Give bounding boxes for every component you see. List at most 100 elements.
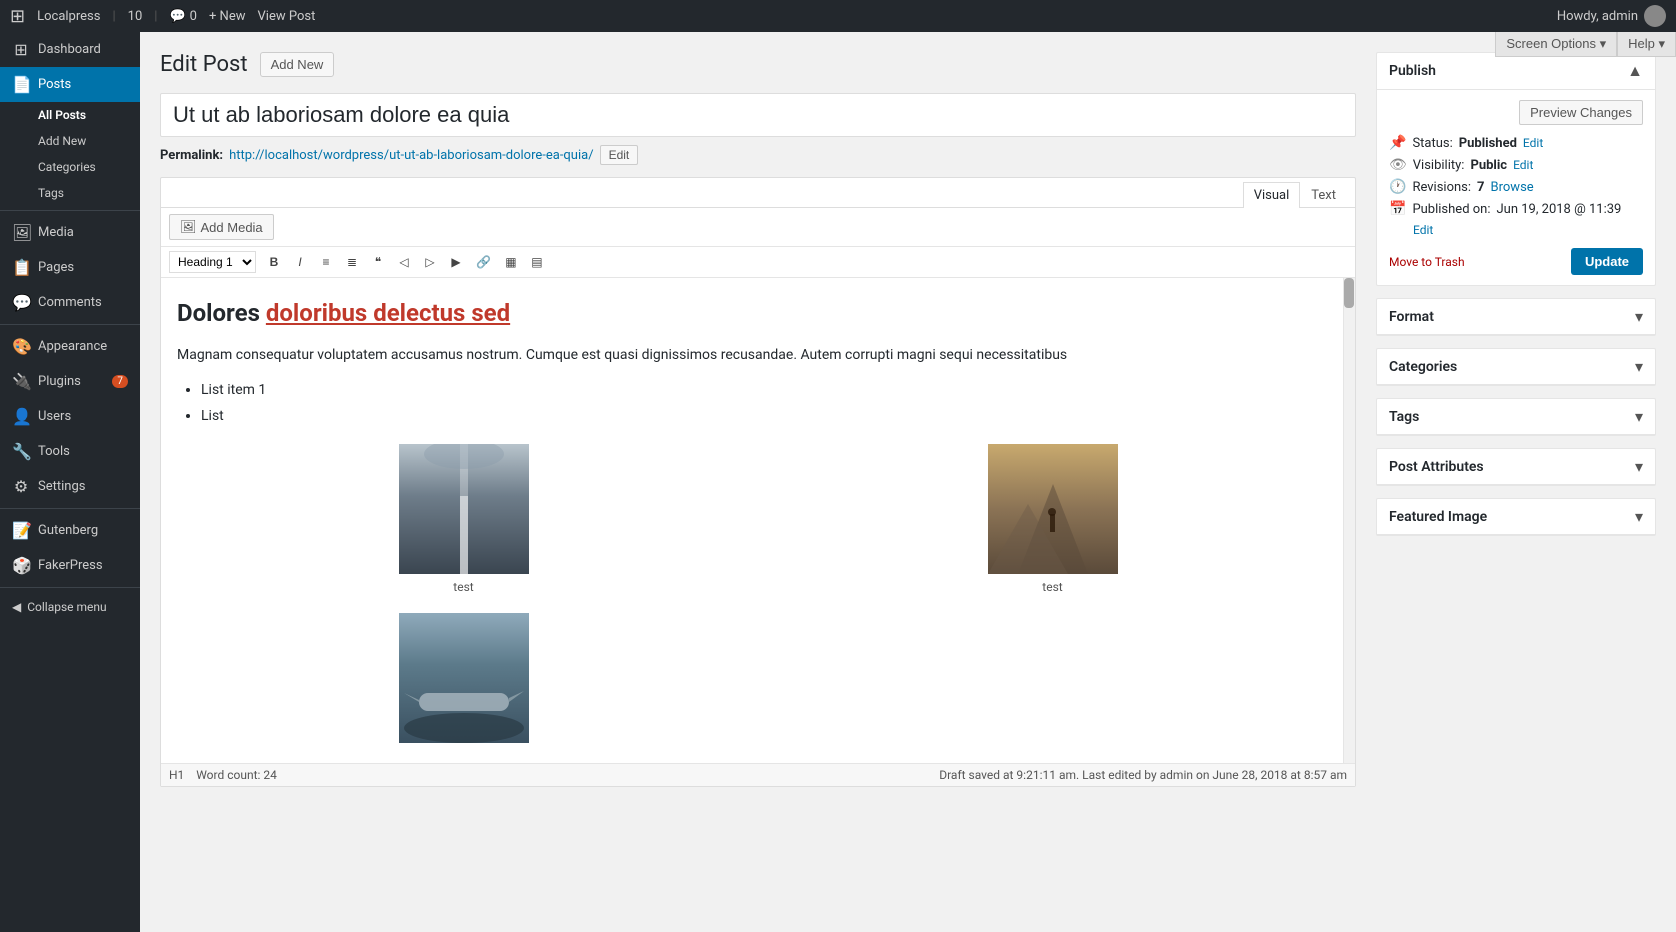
submenu-add-new[interactable]: Add New xyxy=(0,128,140,154)
format-metabox: Format ▾ xyxy=(1376,298,1656,336)
permalink-row: Permalink: http://localhost/wordpress/ut… xyxy=(160,145,1356,165)
insert-table-button[interactable]: ▦ xyxy=(499,251,523,273)
sidebar-item-users[interactable]: 👤 Users xyxy=(0,399,140,434)
help-button[interactable]: Help ▾ xyxy=(1617,32,1676,57)
visibility-icon: 👁 xyxy=(1389,157,1407,173)
ordered-list-button[interactable]: ≣ xyxy=(340,251,364,273)
menu-separator-2 xyxy=(0,324,140,325)
status-icon: 📌 xyxy=(1389,135,1406,151)
view-post-link[interactable]: View Post xyxy=(258,9,316,24)
heading-select[interactable]: Heading 1 Heading 2 Paragraph xyxy=(169,251,256,273)
publish-actions: Move to Trash Update xyxy=(1389,248,1643,275)
align-right-button[interactable]: ▶ xyxy=(444,251,468,273)
preview-changes-button[interactable]: Preview Changes xyxy=(1519,100,1643,125)
italic-button[interactable]: I xyxy=(288,251,312,273)
revisions-icon: 🕐 xyxy=(1389,179,1406,195)
scrollbar-thumb[interactable] xyxy=(1344,278,1354,308)
comments-link[interactable]: 💬 0 xyxy=(169,9,197,24)
sidebar-item-dashboard[interactable]: ⊞ Dashboard xyxy=(0,32,140,67)
format-toggle-icon: ▾ xyxy=(1635,307,1643,326)
avatar xyxy=(1644,5,1666,27)
featured-image-toggle-icon: ▾ xyxy=(1635,507,1643,526)
submenu-tags[interactable]: Tags xyxy=(0,180,140,206)
add-new-button[interactable]: Add New xyxy=(260,52,335,77)
posts-icon: 📄 xyxy=(12,75,30,94)
gallery-caption-2: test xyxy=(766,578,1339,597)
unordered-list-button[interactable]: ≡ xyxy=(314,251,338,273)
sidebar-item-appearance[interactable]: 🎨 Appearance xyxy=(0,329,140,364)
categories-toggle-icon: ▾ xyxy=(1635,357,1643,376)
permalink-link[interactable]: http://localhost/wordpress/ut-ut-ab-labo… xyxy=(229,148,593,163)
post-attributes-title: Post Attributes xyxy=(1389,459,1484,475)
gallery-item-3 xyxy=(177,613,750,747)
align-center-button[interactable]: ▷ xyxy=(418,251,442,273)
gallery-caption-1: test xyxy=(177,578,750,597)
content-h1-link[interactable]: doloribus delectus sed xyxy=(266,299,510,327)
categories-title: Categories xyxy=(1389,359,1457,375)
blockquote-button[interactable]: ❝ xyxy=(366,251,390,273)
sidebar-item-settings[interactable]: ⚙ Settings xyxy=(0,469,140,504)
settings-icon: ⚙ xyxy=(12,477,30,496)
published-value: Jun 19, 2018 @ 11:39 xyxy=(1497,202,1622,217)
statusbar-info: Draft saved at 9:21:11 am. Last edited b… xyxy=(939,768,1347,782)
collapse-menu-button[interactable]: ◀ Collapse menu xyxy=(0,592,140,622)
categories-metabox-header[interactable]: Categories ▾ xyxy=(1377,349,1655,385)
sidebar-item-gutenberg[interactable]: 📝 Gutenberg xyxy=(0,513,140,548)
post-attributes-metabox-header[interactable]: Post Attributes ▾ xyxy=(1377,449,1655,485)
tab-text[interactable]: Text xyxy=(1300,182,1347,208)
publish-date-row: 📅 Published on: Jun 19, 2018 @ 11:39 xyxy=(1389,201,1643,217)
sidebar-item-media[interactable]: 🖼 Media xyxy=(0,215,140,250)
publish-metabox-header[interactable]: Publish ▲ xyxy=(1377,53,1655,90)
permalink-edit-button[interactable]: Edit xyxy=(600,145,639,165)
appearance-icon: 🎨 xyxy=(12,337,30,356)
sidebar-item-comments[interactable]: 💬 Comments xyxy=(0,285,140,320)
add-media-button[interactable]: 🖼 Add Media xyxy=(169,214,274,240)
wp-logo-icon[interactable]: ⊞ xyxy=(10,6,25,27)
insert-read-more-button[interactable]: ▤ xyxy=(525,251,549,273)
status-edit-link[interactable]: Edit xyxy=(1523,136,1543,150)
user-howdy: Howdy, admin xyxy=(1557,5,1666,27)
tags-toggle-icon: ▾ xyxy=(1635,407,1643,426)
sidebar-item-tools[interactable]: 🔧 Tools xyxy=(0,434,140,469)
gallery-image-2[interactable] xyxy=(988,444,1118,574)
align-left-button[interactable]: ◁ xyxy=(392,251,416,273)
screen-options-button[interactable]: Screen Options ▾ xyxy=(1495,32,1617,57)
format-metabox-header[interactable]: Format ▾ xyxy=(1377,299,1655,335)
submenu-categories[interactable]: Categories xyxy=(0,154,140,180)
submenu-all-posts[interactable]: All Posts xyxy=(0,102,140,128)
sidebar-item-pages[interactable]: 📋 Pages xyxy=(0,250,140,285)
site-name[interactable]: Localpress xyxy=(37,9,100,24)
statusbar-path: H1 Word count: 24 xyxy=(169,768,277,782)
tools-icon: 🔧 xyxy=(12,442,30,461)
bold-button[interactable]: B xyxy=(262,251,286,273)
pages-icon: 📋 xyxy=(12,258,30,277)
updates-link[interactable]: 10 xyxy=(128,9,143,24)
visibility-edit-link[interactable]: Edit xyxy=(1513,158,1533,172)
sidebar-item-plugins[interactable]: 🔌 Plugins 7 xyxy=(0,364,140,399)
tab-visual[interactable]: Visual xyxy=(1243,182,1301,208)
sidebar-item-fakerpress[interactable]: 🎲 FakerPress xyxy=(0,548,140,583)
publish-title: Publish xyxy=(1389,63,1436,79)
post-title-input[interactable] xyxy=(160,93,1356,137)
content-list: List item 1 List xyxy=(201,379,1339,428)
move-to-trash-link[interactable]: Move to Trash xyxy=(1389,255,1465,269)
featured-image-metabox-header[interactable]: Featured Image ▾ xyxy=(1377,499,1655,535)
update-button[interactable]: Update xyxy=(1571,248,1643,275)
plugins-badge: 7 xyxy=(112,375,128,388)
link-button[interactable]: 🔗 xyxy=(470,251,497,273)
editor-scrollbar[interactable] xyxy=(1343,278,1355,763)
sidebar-item-posts[interactable]: 📄 Posts xyxy=(0,67,140,102)
revisions-count: 7 xyxy=(1477,180,1484,195)
tags-metabox-header[interactable]: Tags ▾ xyxy=(1377,399,1655,435)
editor-content[interactable]: Dolores doloribus delectus sed Magnam co… xyxy=(161,278,1355,763)
list-item: List xyxy=(201,405,1339,427)
gallery-image-3[interactable] xyxy=(399,613,529,743)
gallery-image-1[interactable] xyxy=(399,444,529,574)
page-title: Edit Post xyxy=(160,52,248,77)
published-date-edit-link[interactable]: Edit xyxy=(1413,223,1433,237)
main-content: Edit Post Add New Permalink: http://loca… xyxy=(140,32,1676,932)
new-post-link[interactable]: + New xyxy=(209,9,246,24)
tags-metabox: Tags ▾ xyxy=(1376,398,1656,436)
revisions-browse-link[interactable]: Browse xyxy=(1491,180,1534,195)
publish-metabox-content: Preview Changes 📌 Status: Published Edit… xyxy=(1377,90,1655,285)
